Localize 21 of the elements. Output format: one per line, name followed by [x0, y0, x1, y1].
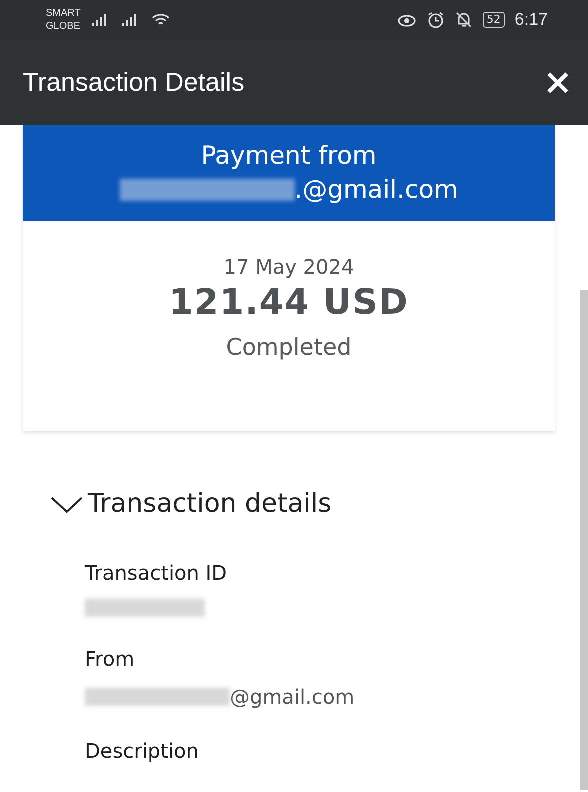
close-icon: [546, 70, 570, 94]
window-title: Transaction Details: [23, 67, 245, 98]
section-toggle[interactable]: Transaction details: [50, 489, 332, 519]
close-button[interactable]: [546, 70, 570, 94]
alarm-icon: [426, 11, 445, 29]
scroll-bar[interactable]: [580, 290, 588, 790]
field-value: @gmail.com: [230, 685, 355, 709]
bell-off-icon: [454, 11, 473, 29]
battery-level: 52: [482, 12, 505, 28]
clock-time: 6:17: [514, 10, 548, 30]
transaction-date: 17 May 2024: [224, 255, 354, 279]
field-label: Description: [85, 739, 200, 763]
transaction-amount: 121.44 USD: [169, 283, 409, 323]
carrier-name: GLOBE: [46, 20, 81, 33]
field-label: From: [85, 647, 136, 671]
carrier-name: SMART: [46, 7, 81, 20]
transaction-status: Completed: [226, 335, 352, 361]
eye-icon: [396, 12, 417, 28]
field-label: Transaction ID: [85, 561, 228, 585]
payer-email: .@gmail.com: [294, 174, 458, 206]
banner-heading: Payment from: [201, 140, 377, 172]
